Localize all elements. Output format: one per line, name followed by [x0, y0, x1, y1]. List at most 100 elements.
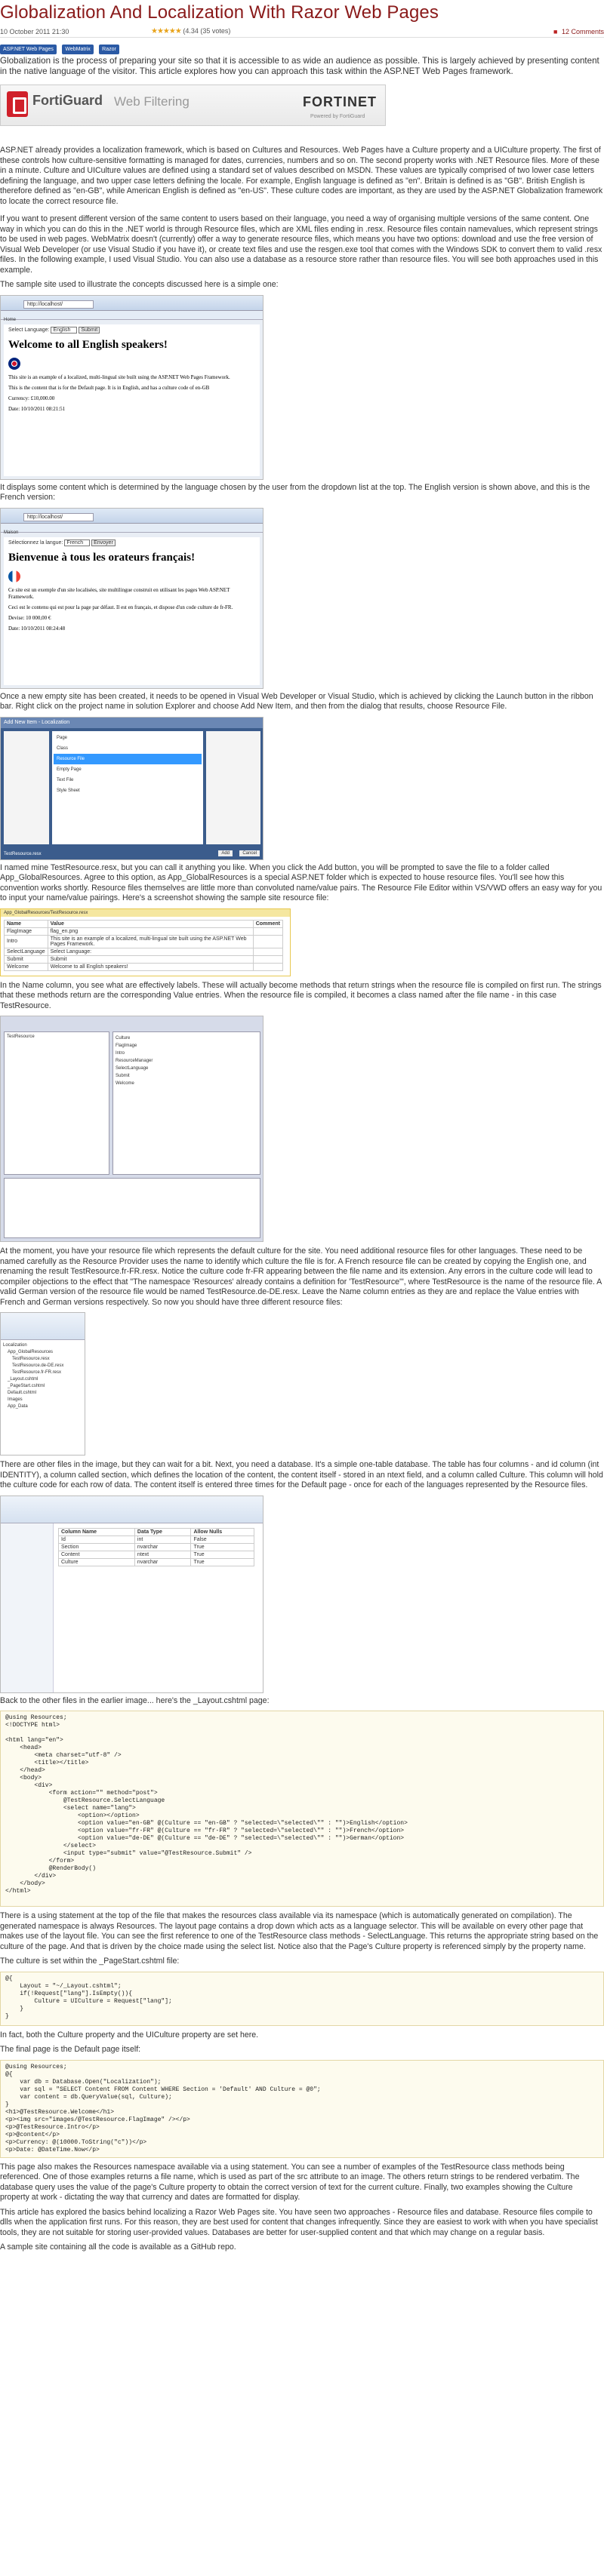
member-item: ResourceManager — [116, 1059, 153, 1063]
article-page: Globalization And Localization With Razo… — [0, 0, 604, 2576]
code-line: <option value="en-GB" @(Culture == "en-G… — [5, 1820, 408, 1827]
code-line: <title></title> — [5, 1760, 89, 1766]
cell: False — [190, 1535, 254, 1544]
cell: Submit — [4, 954, 48, 964]
col-name: Name — [4, 919, 48, 928]
cell: This site is an example of a localized, … — [47, 934, 254, 948]
paragraph-4: It displays some content which is determ… — [0, 482, 590, 503]
tree-file: _Layout.cshtml — [8, 1377, 39, 1382]
code-line: <body> — [5, 1775, 42, 1781]
tag-webmatrix[interactable]: WebMatrix — [62, 45, 94, 54]
star-rating-icon[interactable]: ★★★★★ — [151, 27, 182, 35]
col-value: Value — [47, 919, 254, 928]
comments-link[interactable]: ■ 12 Comments — [553, 28, 604, 35]
code-line: </div> — [5, 1873, 57, 1880]
browser-page: Select Language: English Submit Welcome … — [4, 324, 260, 476]
member-item: SelectLanguage — [116, 1066, 149, 1071]
paragraph-6: I named mine TestResource.resx, but you … — [0, 862, 602, 903]
file-tree: Localization App_GlobalResources TestRes… — [1, 1340, 85, 1412]
tag-razor[interactable]: Razor — [99, 45, 119, 54]
code-line: <select name="lang"> — [5, 1805, 136, 1812]
welcome-heading: Bienvenue à tous les orateurs français! — [8, 551, 196, 564]
select-label: Select Language: — [8, 327, 50, 333]
code-line: </head> — [5, 1767, 45, 1774]
submit-button: Envoyer — [91, 539, 116, 546]
tree-folder: App_GlobalResources — [8, 1350, 54, 1354]
code-line: @using Resources; — [5, 1714, 67, 1721]
db-col-header: Data Type — [134, 1527, 192, 1536]
paragraph-9: There are other files in the image, but … — [0, 1460, 603, 1489]
table-row: Content ntext True — [58, 1550, 254, 1559]
member-item: Culture — [116, 1036, 131, 1041]
code-line: <form action="" method="post"> — [5, 1790, 158, 1797]
paragraph-14: The final page is the Default page itsel… — [0, 2045, 141, 2054]
browser-tab: Home — [4, 317, 17, 322]
code-line: if(!Request["lang"].IsEmpty()){ — [5, 1990, 133, 1997]
cell: SelectLanguage — [4, 947, 48, 956]
submit-button: Submit — [79, 326, 100, 334]
browser-toolbar: http://localhost/ — [1, 508, 263, 524]
banner-brand: FortiGuard — [32, 93, 103, 108]
col-comment: Comment — [252, 919, 284, 928]
article-meta: 10 October 2011 21:30 ★★★★★ (4.34 (35 vo… — [0, 26, 604, 38]
dialog-title: Add New Item - Localization — [1, 717, 263, 728]
comments-count[interactable]: 12 Comments — [562, 28, 604, 35]
screenshot-database: Column Name Data Type Allow Nulls Id int F… — [0, 1495, 263, 1693]
date-text: Date: 10/10/2011 08:21:51 — [8, 405, 66, 412]
cell: ntext — [134, 1550, 192, 1559]
intro-text: This site is an example of a localized, … — [8, 373, 230, 380]
class-name: TestResource — [7, 1034, 35, 1039]
code-line: <option value="fr-FR" @(Culture == "fr-F… — [5, 1827, 405, 1834]
cell: True — [190, 1550, 254, 1559]
template-item: Class — [57, 745, 69, 751]
table-row: FlagImage flag_en.png — [4, 927, 284, 936]
tag-aspnet[interactable]: ASP.NET Web Pages — [0, 45, 57, 54]
member-item: FlagImage — [116, 1044, 137, 1048]
paragraph-11: There is a using statement at the top of… — [0, 1911, 599, 1951]
description-pane — [4, 1178, 260, 1238]
paragraph-10: Back to the other files in the earlier i… — [0, 1695, 270, 1705]
tree-root: Localization — [3, 1343, 27, 1348]
ad-banner[interactable]: FortiGuard Web Filtering FORTINET Powere… — [0, 85, 386, 126]
code-line: var db = Database.Open("Localization"); — [5, 2078, 162, 2086]
code-line: <html lang="en"> — [5, 1737, 63, 1744]
db-col-header: Column Name — [58, 1527, 135, 1536]
code-line: </html> — [5, 1888, 31, 1895]
template-description — [206, 730, 260, 844]
code-line: Layout = "~/_Layout.cshtml"; — [5, 1982, 122, 1990]
currency-text: Currency: £10,000.00 — [8, 395, 55, 401]
screenshot-french: http://localhost/ Maison Sélectionnez la… — [0, 507, 263, 689]
article-rating[interactable]: ★★★★★ (4.34 (35 votes) — [151, 27, 230, 35]
code-line: <head> — [5, 1744, 42, 1751]
article-date: 10 October 2011 21:30 — [0, 28, 69, 35]
paragraph-3: The sample site used to illustrate the c… — [0, 280, 279, 289]
screenshot-add-item: Add New Item - Localization Page Class R… — [0, 716, 263, 860]
table-row: Welcome Welcome to all English speakers! — [4, 962, 284, 971]
page-title: Globalization And Localization With Razo… — [0, 2, 439, 23]
editor-tab: App_GlobalResources/TestResource.resx — [1, 908, 290, 917]
code-line: <!DOCTYPE html> — [5, 1722, 60, 1729]
address-bar: http://localhost/ — [23, 300, 94, 309]
banner-vendor: FORTINET — [303, 94, 377, 109]
cell: Intro — [4, 934, 48, 948]
cell: Id — [58, 1535, 135, 1544]
resource-grid: Name Value Comment FlagImage flag_en.png … — [4, 919, 284, 971]
code-pagestart: @{ Layout = "~/_Layout.cshtml"; if(!Requ… — [0, 1971, 604, 2026]
code-line: @TestResource.SelectLanguage — [5, 1797, 165, 1804]
code-line: </select> — [5, 1843, 97, 1849]
paragraph-17: A sample site containing all the code is… — [0, 2242, 236, 2252]
add-button: Add — [218, 850, 233, 856]
code-line: <input type="submit" value="@TestResourc… — [5, 1850, 252, 1857]
cell: Content — [58, 1550, 135, 1559]
screenshot-solution-files: Localization App_GlobalResources TestRes… — [0, 1312, 85, 1456]
code-line: Culture = UICulture = Request["lang"]; — [5, 1997, 172, 2005]
currency-text: Devise: 10 000,00 € — [8, 614, 51, 621]
member-item: Welcome — [116, 1081, 134, 1086]
cell: nvarchar — [134, 1542, 192, 1551]
db-col-header: Allow Nulls — [190, 1527, 254, 1536]
language-form: Select Language: English Submit — [8, 326, 255, 334]
table-row: Intro This site is an example of a locali… — [4, 934, 284, 948]
cell: Submit — [47, 954, 254, 964]
table-row: Culture nvarchar True — [58, 1557, 254, 1566]
